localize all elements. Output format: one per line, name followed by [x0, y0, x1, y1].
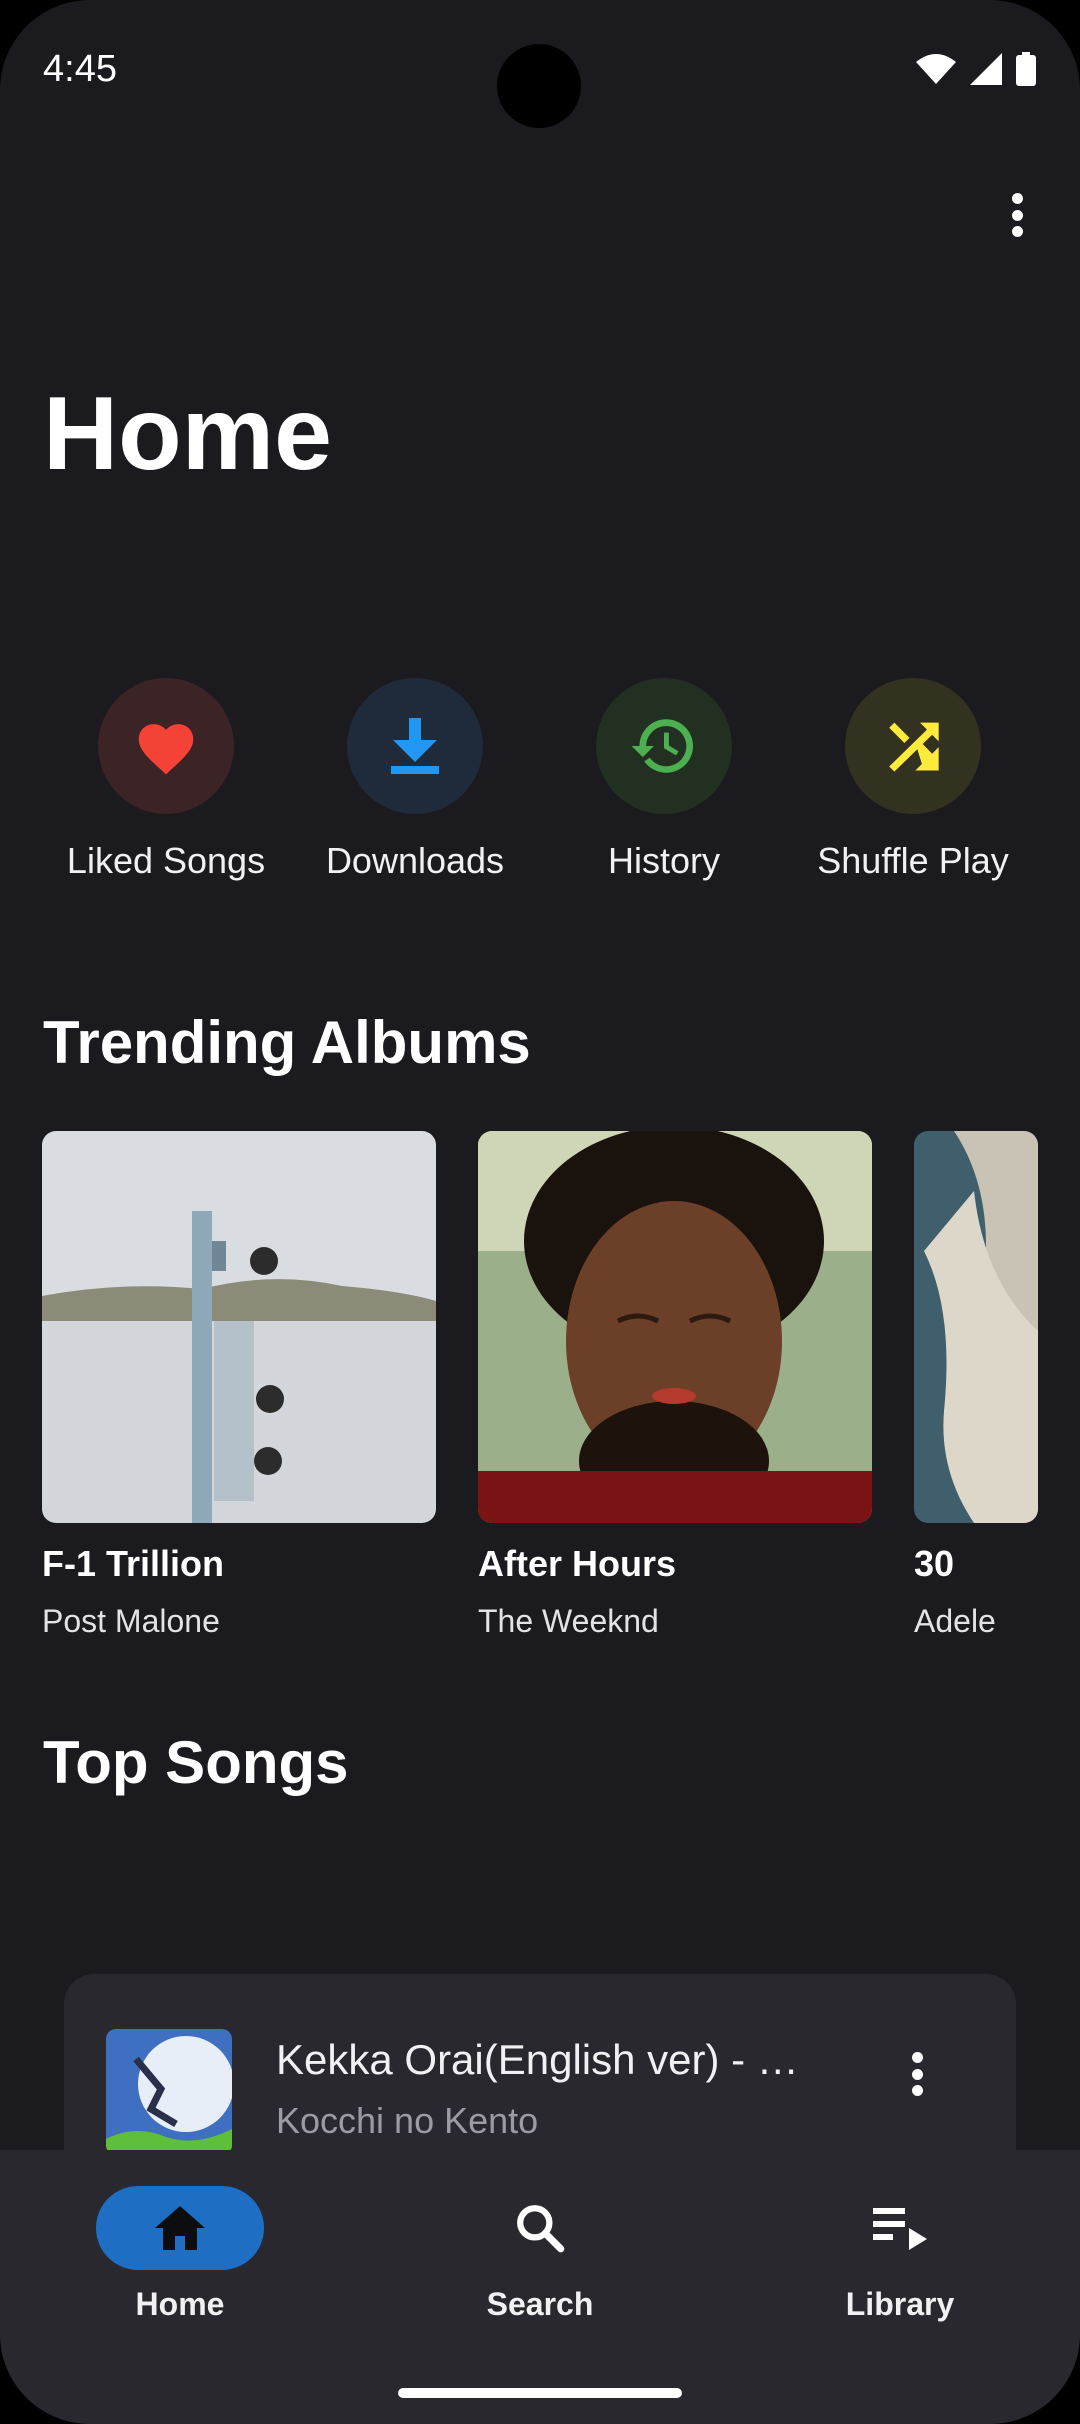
status-icons	[916, 52, 1036, 86]
nav-library-indicator	[816, 2186, 984, 2270]
nav-home-label: Home	[135, 2286, 225, 2322]
shuffle-play-button[interactable]: Shuffle Play	[788, 678, 1038, 882]
more-options-button[interactable]	[1000, 185, 1034, 245]
liked-songs-button[interactable]: Liked Songs	[41, 678, 291, 882]
downloads-button[interactable]: Downloads	[290, 678, 540, 882]
album-artist: Adele	[914, 1603, 996, 1639]
home-screen: 4:45 Home Liked Songs Downloads History	[0, 0, 1080, 2424]
history-circle	[596, 678, 732, 814]
liked-songs-label: Liked Songs	[66, 840, 266, 881]
shuffle-play-circle	[845, 678, 981, 814]
dot	[911, 2085, 923, 2096]
downloads-label: Downloads	[325, 840, 505, 881]
nav-search-label: Search	[486, 2286, 594, 2322]
now-playing-more-button[interactable]	[900, 2044, 934, 2104]
downloads-circle	[347, 678, 483, 814]
nav-search[interactable]: Search	[410, 2186, 670, 2323]
album-card[interactable]: F-1 Trillion Post Malone	[42, 1131, 436, 1640]
camera-cutout	[497, 44, 581, 128]
album-cover	[42, 1131, 436, 1523]
now-playing-title: Kekka Orai(English ver) - …	[276, 2036, 799, 2083]
battery-icon	[1016, 52, 1036, 86]
mini-player[interactable]: Kekka Orai(English ver) - … Kocchi no Ke…	[64, 1974, 1016, 2174]
album-title: 30	[914, 1543, 955, 1584]
history-button[interactable]: History	[539, 678, 789, 882]
dot	[911, 2052, 923, 2063]
library-icon	[873, 2208, 927, 2250]
status-time: 4:45	[43, 48, 117, 90]
gesture-bar[interactable]	[398, 2388, 682, 2398]
album-title: F-1 Trillion	[42, 1543, 225, 1584]
now-playing-artist: Kocchi no Kento	[276, 2100, 539, 2141]
download-icon	[391, 718, 439, 774]
nav-search-indicator	[456, 2186, 624, 2270]
signal-icon	[970, 53, 1002, 85]
home-icon	[155, 2206, 205, 2250]
shuffle-icon	[889, 722, 939, 772]
now-playing-cover	[106, 2029, 232, 2155]
dot	[1011, 193, 1023, 204]
history-label: History	[607, 840, 720, 881]
nav-library[interactable]: Library	[770, 2186, 1030, 2323]
album-card[interactable]: After Hours The Weeknd	[478, 1131, 872, 1640]
shuffle-play-label: Shuffle Play	[817, 840, 1009, 881]
bottom-navigation: Home Search Library	[0, 2150, 1080, 2424]
album-title: After Hours	[478, 1543, 677, 1584]
trending-albums-title: Trending Albums	[43, 1009, 531, 1076]
nav-home[interactable]: Home	[50, 2186, 310, 2323]
nav-home-indicator	[96, 2186, 264, 2270]
history-icon	[632, 719, 694, 773]
album-card[interactable]: 30 Adele	[914, 1131, 1038, 1640]
liked-songs-circle	[98, 678, 234, 814]
wifi-icon	[916, 54, 956, 84]
dot	[1011, 226, 1023, 237]
search-icon	[517, 2205, 565, 2253]
album-artist: The Weeknd	[478, 1603, 659, 1639]
dot	[911, 2068, 923, 2080]
album-artist: Post Malone	[42, 1603, 220, 1639]
album-cover	[478, 1131, 872, 1523]
top-songs-title: Top Songs	[43, 1729, 349, 1796]
dot	[1011, 209, 1023, 221]
page-title: Home	[43, 376, 332, 492]
heart-icon	[138, 724, 194, 775]
nav-library-label: Library	[845, 2286, 955, 2322]
album-cover	[914, 1131, 1038, 1523]
